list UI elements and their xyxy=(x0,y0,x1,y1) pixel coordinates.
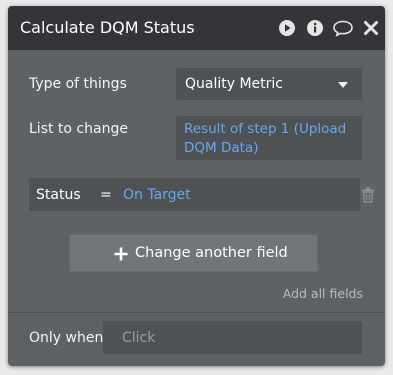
add-all-fields-link[interactable]: Add all fields xyxy=(283,286,363,302)
only-when-label: Only when xyxy=(29,330,104,346)
comment-icon[interactable] xyxy=(332,19,354,37)
field-assignment-row[interactable]: Status = On Target xyxy=(29,178,360,211)
divider xyxy=(8,312,385,313)
field-operator: = xyxy=(100,187,112,203)
only-when-condition-input[interactable]: Click xyxy=(103,321,362,354)
trash-icon[interactable] xyxy=(361,187,375,203)
play-icon[interactable] xyxy=(278,19,296,37)
type-of-things-label: Type of things xyxy=(29,76,127,92)
chevron-down-icon xyxy=(338,82,348,88)
panel-title: Calculate DQM Status xyxy=(20,18,195,37)
field-value[interactable]: On Target xyxy=(123,186,191,204)
change-another-field-label: Change another field xyxy=(135,245,288,261)
only-when-placeholder: Click xyxy=(122,330,156,346)
list-to-change-label: List to change xyxy=(29,121,128,137)
plus-icon xyxy=(114,247,128,261)
field-key[interactable]: Status xyxy=(36,186,81,204)
workflow-action-panel: Calculate DQM Status Type of things Qual… xyxy=(8,6,385,366)
close-icon[interactable] xyxy=(363,19,379,37)
list-to-change-expression[interactable]: Result of step 1 (Upload DQM Data) xyxy=(176,116,362,160)
change-another-field-button[interactable]: Change another field xyxy=(69,234,318,272)
list-to-change-value: Result of step 1 (Upload DQM Data) xyxy=(184,121,347,156)
panel-titlebar: Calculate DQM Status xyxy=(8,6,385,50)
type-of-things-value: Quality Metric xyxy=(185,76,283,92)
info-icon[interactable] xyxy=(306,19,324,37)
type-of-things-dropdown[interactable]: Quality Metric xyxy=(176,68,362,100)
